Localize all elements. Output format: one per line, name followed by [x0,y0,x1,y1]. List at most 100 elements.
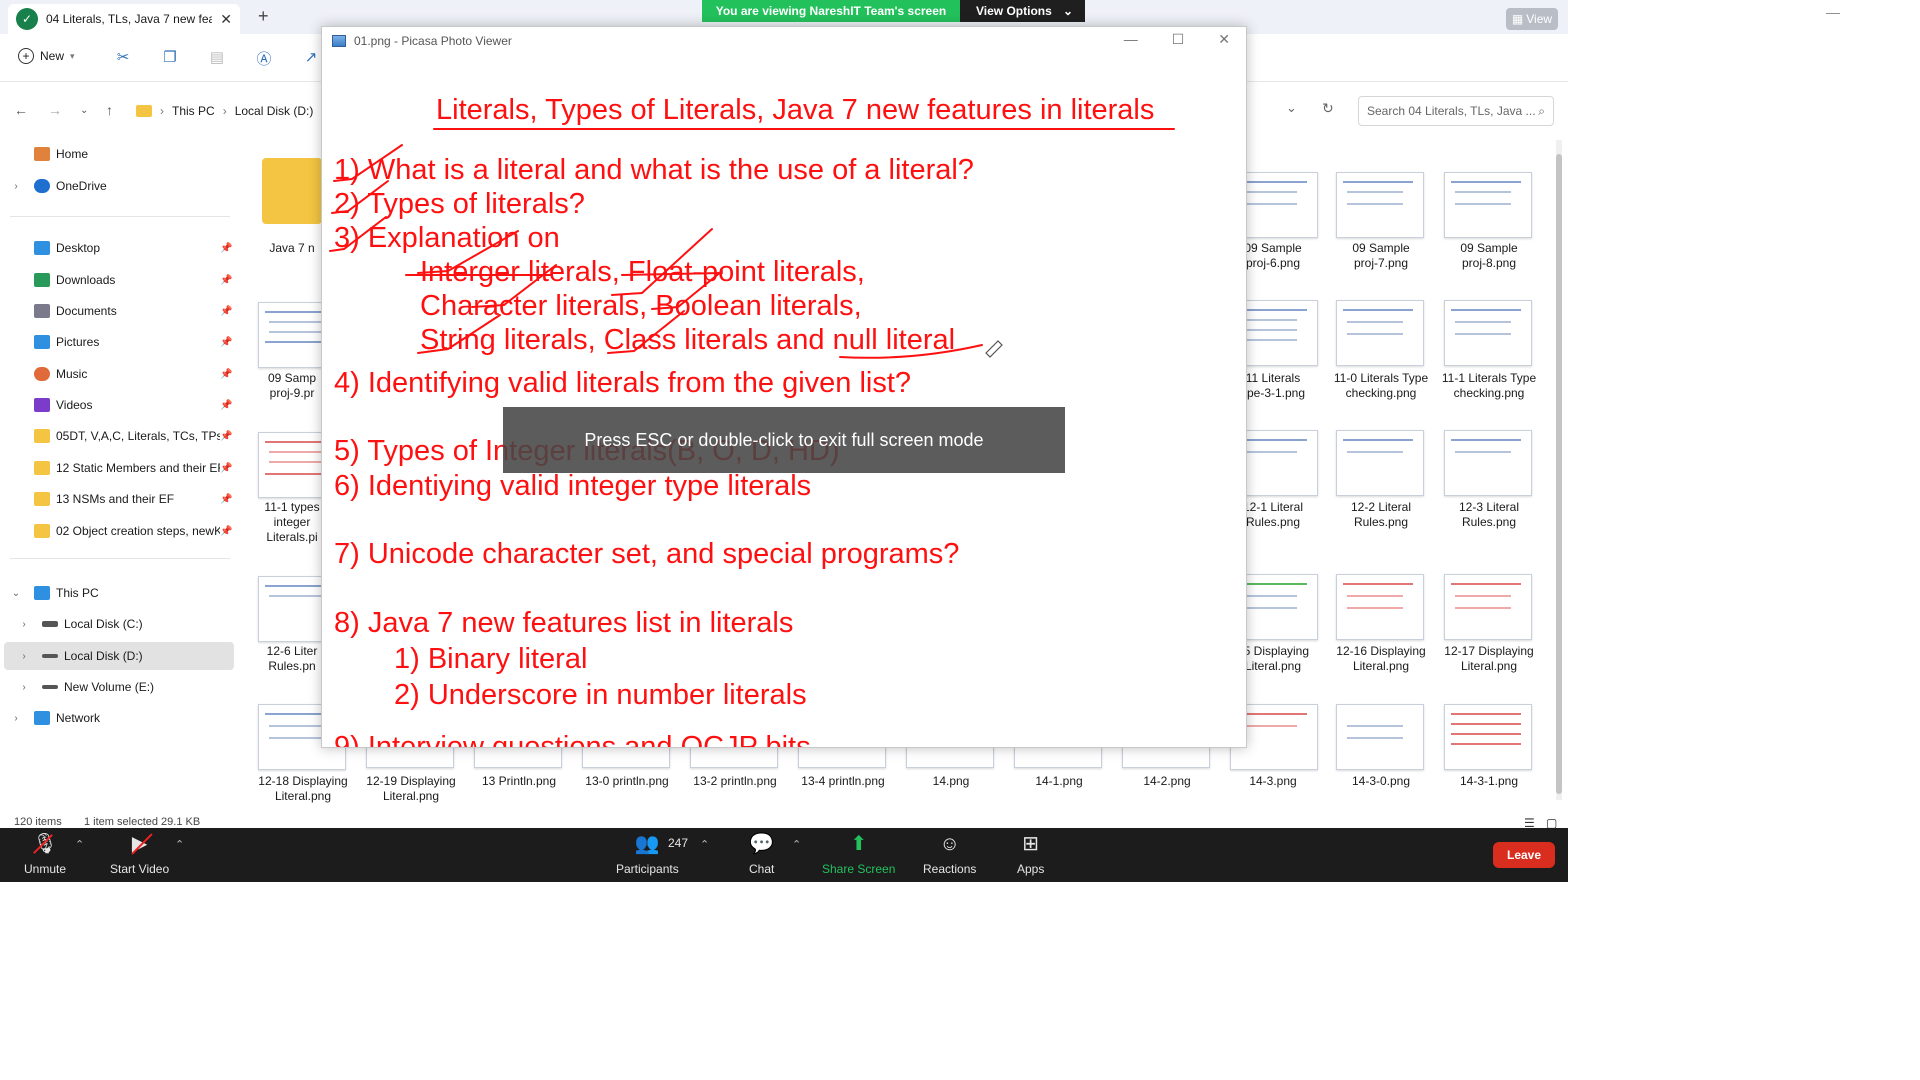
sidebar-item-downloads[interactable]: Downloads 📌 [0,266,240,294]
sidebar-item-network[interactable]: › Network [0,704,240,732]
minimize-icon[interactable]: — [1124,31,1138,48]
sidebar-item-videos[interactable]: Videos 📌 [0,391,240,419]
chat-caret[interactable]: ⌃ [792,838,801,851]
file-caption: 13 Println.png [481,774,557,788]
file-thumbnail[interactable] [1444,574,1532,640]
up-arrow-icon[interactable]: ↑ [106,102,113,118]
file-thumbnail[interactable] [1336,574,1424,640]
zoom-control-bar [0,828,1568,882]
address-dropdown-icon[interactable]: ⌄ [1286,100,1297,116]
file-caption: 14-3-1.png [1459,774,1519,788]
unmute-button[interactable]: 🎙 Unmute [24,832,66,876]
close-tab-icon[interactable]: ✕ [220,11,232,28]
folder-icon [34,429,50,443]
file-thumbnail[interactable] [1444,430,1532,496]
share-screen-label: Share Screen [822,862,896,876]
file-caption: 13-4 println.png [801,774,885,788]
video-options-caret[interactable]: ⌃ [175,838,184,851]
start-video-button[interactable]: ▶ Start Video [110,832,169,876]
sidebar-item-music[interactable]: Music 📌 [0,360,240,388]
file-thumbnail[interactable] [1336,704,1424,770]
close-icon[interactable]: ✕ [1218,31,1230,48]
copy-icon[interactable]: ❐ [161,48,179,66]
sidebar-item-folder-13[interactable]: 13 NSMs and their EF 📌 [0,485,240,513]
rename-icon[interactable]: Ⓐ [255,48,273,68]
sidebar-item-desktop[interactable]: Desktop 📌 [0,234,240,262]
sidebar-item-folder-05dt[interactable]: 05DT, V,A,C, Literals, TCs, TPs 📌 [0,422,240,450]
file-caption: 11-0 Literals Type checking.png [1333,371,1429,400]
paste-icon[interactable]: ▤ [208,48,226,66]
plus-icon: + [18,48,34,64]
file-thumbnail[interactable] [1336,172,1424,238]
back-arrow-icon[interactable]: ← [14,102,28,118]
address-bar[interactable]: › This PC › Local Disk (D:) [136,98,326,124]
participants-caret[interactable]: ⌃ [700,838,709,851]
file-caption: Java 7 n [269,241,315,255]
status-item-count: 120 items [14,816,62,828]
zoom-view-button[interactable]: ▦ View [1506,8,1558,30]
sidebar-item-documents[interactable]: Documents 📌 [0,297,240,325]
folder-thumbnail[interactable] [262,158,322,224]
sidebar-item-home[interactable]: Home [0,140,240,168]
reactions-button[interactable]: ☺ Reactions [923,832,976,876]
leave-button[interactable]: Leave [1493,842,1555,868]
tick-mark [471,264,557,308]
pin-icon: 📌 [220,274,233,286]
file-caption: 14.png [932,774,970,788]
explorer-tab[interactable]: ✓ 04 Literals, TLs, Java 7 new fea ✕ [8,4,240,34]
share-screen-button[interactable]: ⬆ Share Screen [822,832,895,876]
tick-mark [331,180,389,214]
document-icon [34,304,50,318]
cut-icon[interactable]: ✂ [114,48,132,66]
file-caption: 09 Sample proj-8.png [1460,241,1518,270]
new-button[interactable]: + New ▾ [18,48,75,64]
share-icon[interactable]: ↗ [302,48,320,66]
file-thumbnail[interactable] [1444,300,1532,366]
apps-button[interactable]: ⊞ Apps [1017,832,1044,876]
file-thumbnail[interactable] [1336,300,1424,366]
file-caption: 11-1 types integer Literals.pi [264,500,320,544]
view-options-button[interactable]: View Options ⌄ [960,0,1085,22]
pin-icon: 📌 [220,493,233,505]
breadcrumb-local-disk[interactable]: Local Disk (D:) [235,104,314,118]
new-tab-button[interactable]: + [258,6,269,27]
sidebar-item-folder-02[interactable]: 02 Object creation steps, newKw 📌 [0,517,240,545]
tick-mark [333,144,403,182]
drive-icon [42,685,58,689]
file-thumbnail[interactable] [1444,172,1532,238]
pin-icon: 📌 [220,462,233,474]
file-caption: 12-3 Literal Rules.png [1458,500,1520,529]
minimize-icon[interactable]: — [1826,4,1840,20]
sidebar-divider [10,558,230,559]
chat-button[interactable]: 💬 Chat [749,832,774,876]
home-icon [34,147,50,161]
view-options-label: View Options [976,4,1052,18]
file-thumbnail[interactable] [1336,430,1424,496]
file-thumbnail[interactable] [1444,704,1532,770]
maximize-icon[interactable]: ☐ [1172,31,1185,48]
tick-mark [651,270,723,310]
forward-arrow-icon[interactable]: → [48,102,62,118]
sidebar-item-drive-d[interactable]: › Local Disk (D:) [4,642,234,670]
computer-icon [34,586,50,600]
sidebar-item-this-pc[interactable]: ⌄ This PC [0,579,240,607]
vertical-scrollbar[interactable] [1556,140,1562,800]
sidebar-item-onedrive[interactable]: › OneDrive [0,172,240,200]
scrollbar-thumb[interactable] [1556,154,1562,794]
sidebar-item-pictures[interactable]: Pictures 📌 [0,328,240,356]
recent-chevron-icon[interactable]: ⌄ [80,105,88,116]
audio-options-caret[interactable]: ⌃ [75,838,84,851]
file-caption: 11-1 Literals Type checking.png [1441,371,1537,400]
pin-icon: 📌 [220,336,233,348]
status-selection: 1 item selected 29.1 KB [84,816,201,828]
grid-icon: ▦ [1511,12,1524,26]
sidebar-item-drive-e[interactable]: › New Volume (E:) [0,673,240,701]
picasa-title: 01.png - Picasa Photo Viewer [354,34,512,48]
refresh-icon[interactable]: ↻ [1322,100,1334,117]
sidebar-item-folder-12[interactable]: 12 Static Members and their EF 📌 [0,454,240,482]
sidebar-item-drive-c[interactable]: › Local Disk (C:) [0,610,240,638]
breadcrumb-this-pc[interactable]: This PC [172,104,215,118]
tick-mark [611,228,713,296]
search-input[interactable]: Search 04 Literals, TLs, Java ... ⌕ [1358,96,1554,126]
participant-count: 247 [668,836,689,850]
